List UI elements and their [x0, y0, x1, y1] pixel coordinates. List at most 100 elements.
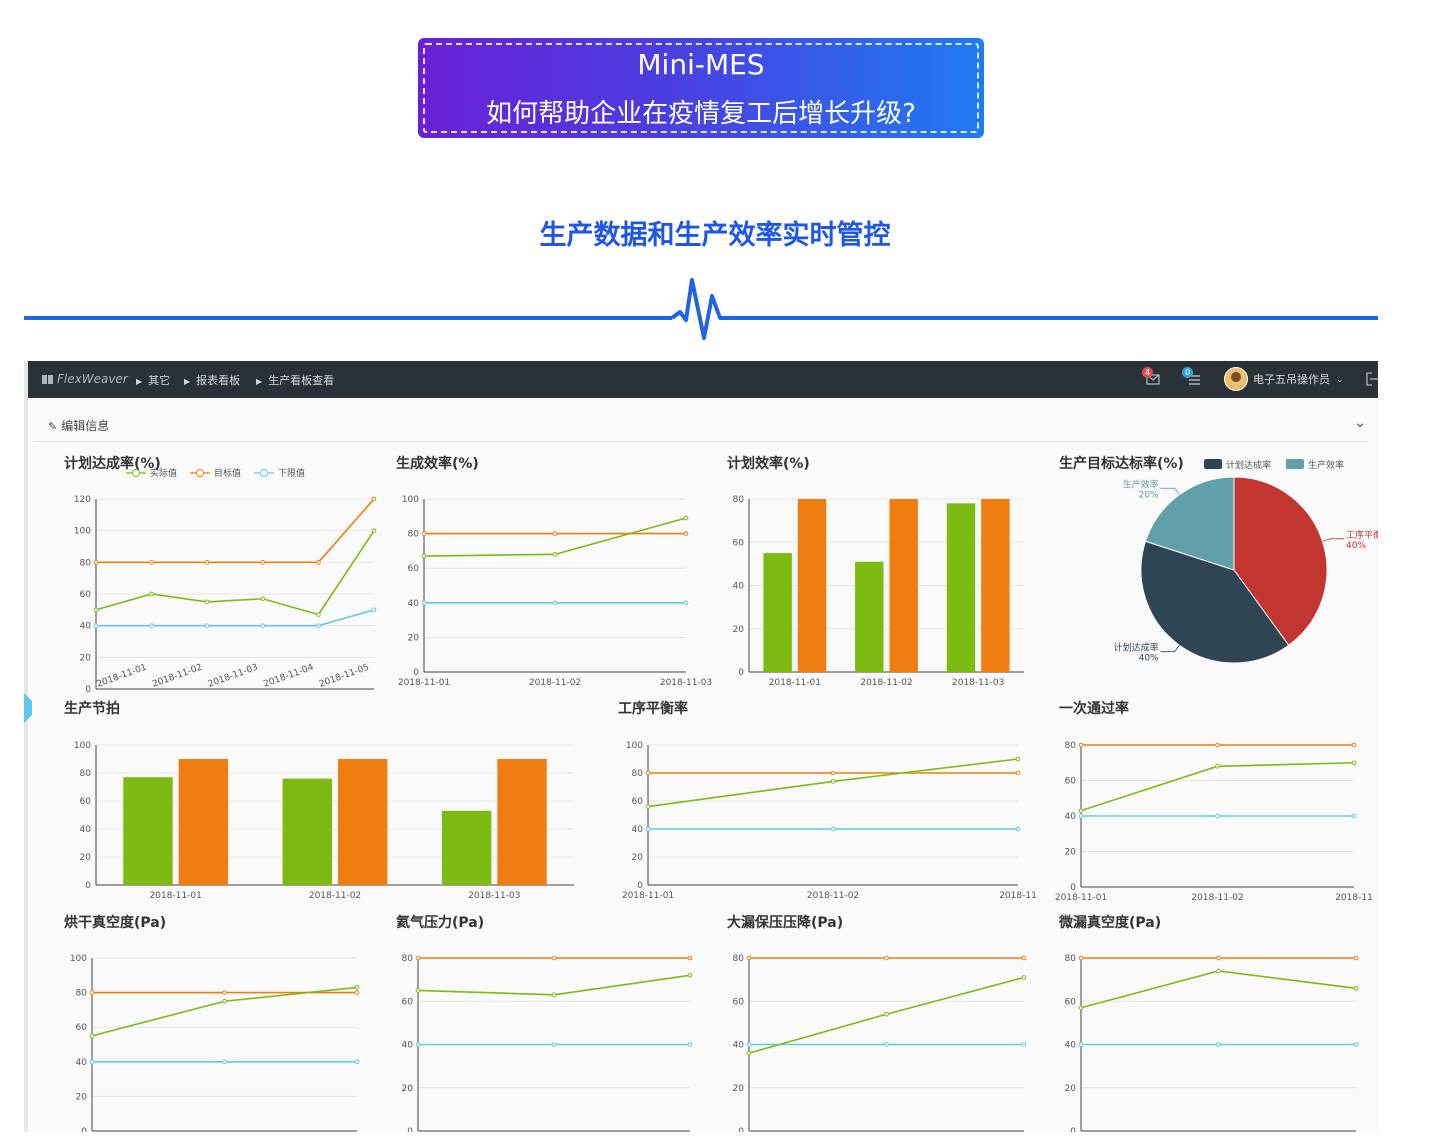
- breadcrumb-item-1[interactable]: ▶ 其它: [136, 372, 170, 388]
- sidebar-toggle-icon[interactable]: [24, 693, 34, 723]
- data-point: [746, 1050, 752, 1056]
- data-point: [354, 985, 360, 990]
- data-point: [1215, 764, 1220, 769]
- data-point: [1215, 742, 1220, 748]
- data-point: [316, 612, 321, 617]
- bar: [946, 503, 976, 672]
- bar: [282, 778, 332, 885]
- caret-right-icon: ▶: [184, 377, 191, 386]
- data-point: [1215, 813, 1220, 819]
- x-tick-label: 2018-11-02: [860, 678, 912, 688]
- panel-title: 编辑信息: [61, 419, 110, 433]
- y-tick-label: 120: [74, 495, 91, 505]
- data-point: [683, 515, 689, 521]
- y-tick-label: 100: [74, 527, 91, 537]
- caret-right-icon: ▶: [136, 377, 143, 386]
- series-line: [417, 974, 691, 996]
- y-tick-label: 60: [733, 538, 745, 548]
- y-tick-label: 60: [733, 997, 745, 1007]
- data-point: [1015, 826, 1021, 832]
- y-tick-label: 0: [407, 1127, 413, 1132]
- data-point: [1351, 760, 1357, 766]
- data-point: [222, 1059, 227, 1065]
- data-point: [830, 779, 836, 784]
- breadcrumb-item-2[interactable]: ▶ 报表看板: [184, 372, 240, 388]
- legend-label: 目标值: [214, 467, 241, 479]
- y-tick-label: 100: [74, 741, 91, 751]
- bar: [763, 553, 792, 672]
- x-tick-label: 2018-11-02: [309, 891, 361, 901]
- x-tick-label: 2018-11-01: [96, 663, 149, 690]
- x-tick-label: 2018-11-01: [398, 678, 450, 688]
- y-tick-label: 20: [1065, 848, 1077, 858]
- panel-header[interactable]: ✎ 编辑信息 ⌄: [34, 409, 1368, 442]
- x-tick-label: 2018-11-05: [318, 663, 371, 690]
- data-point: [645, 826, 651, 832]
- app-brand[interactable]: FlexWeaver: [42, 372, 128, 386]
- data-point: [260, 560, 266, 565]
- data-point: [316, 560, 321, 565]
- chart-c3: 0 20 40 60 80 2018-11-01 2018-11-02 2018-11-03: [733, 495, 1024, 688]
- legend-marker: [132, 469, 140, 477]
- bar: [981, 499, 1010, 672]
- data-point: [421, 553, 427, 559]
- mail-notification-button[interactable]: 4: [1142, 367, 1160, 386]
- chart-title: 大漏保压压降(Pa): [727, 915, 844, 931]
- data-point: [93, 623, 99, 628]
- data-point: [421, 600, 427, 606]
- task-notification-button[interactable]: 0: [1182, 367, 1200, 386]
- data-point: [1015, 770, 1021, 776]
- legend-label: 生产效率: [1308, 459, 1344, 471]
- bar: [497, 759, 547, 885]
- data-point: [371, 528, 377, 533]
- x-tick-label: 2018-11-01: [1055, 893, 1107, 903]
- y-tick-label: 60: [80, 797, 92, 807]
- x-tick-label: 2018-11-04: [262, 662, 315, 689]
- data-point: [1351, 813, 1357, 819]
- chevron-down-icon: ⌄: [1336, 375, 1344, 385]
- chart-c4: 计划达成率 生产效率工序平衡率40%计划达成率40%生产效率20%: [1114, 459, 1378, 664]
- data-point: [149, 591, 154, 597]
- data-point: [1021, 955, 1027, 961]
- bar: [855, 561, 884, 672]
- logout-icon[interactable]: [1364, 371, 1378, 387]
- data-point: [687, 1042, 693, 1047]
- data-point: [354, 990, 360, 995]
- y-tick-label: 20: [632, 853, 644, 863]
- data-point: [552, 552, 558, 557]
- y-tick-label: 60: [80, 590, 92, 600]
- y-tick-label: 40: [402, 1041, 414, 1051]
- chart-title: 生成效率(%): [396, 456, 479, 472]
- y-tick-label: 60: [632, 797, 644, 807]
- y-tick-label: 20: [733, 1084, 745, 1094]
- data-point: [204, 623, 210, 628]
- data-point: [884, 1042, 889, 1047]
- breadcrumb-item-3[interactable]: ▶ 生产看板查看: [256, 372, 334, 388]
- chart-title: 烘干真空度(Pa): [64, 915, 167, 931]
- chart-title: 工序平衡率: [618, 701, 688, 717]
- x-tick-label: 2018-11-02: [807, 891, 859, 901]
- bar: [123, 777, 173, 885]
- bar: [338, 759, 388, 885]
- user-menu[interactable]: 电子五吊操作员 ⌄: [1224, 367, 1344, 391]
- x-tick-label: 2018-11-01: [622, 891, 674, 901]
- collapse-chevron-icon[interactable]: ⌄: [1354, 415, 1366, 431]
- pie-pct-label: 40%: [1139, 654, 1159, 664]
- y-tick-label: 0: [413, 668, 419, 678]
- data-point: [260, 623, 266, 628]
- pie-label: 计划达成率: [1114, 642, 1159, 654]
- data-point: [1078, 1042, 1084, 1047]
- chart-title: 微漏真空度(Pa): [1059, 915, 1162, 931]
- data-point: [1078, 1005, 1084, 1011]
- brand-label: FlexWeaver: [57, 372, 128, 386]
- pie-pct-label: 20%: [1139, 490, 1159, 500]
- chart-c7: 0 20 40 60 80 2018-11-01 2018-11-02 2018-11: [1055, 741, 1373, 903]
- y-tick-label: 80: [632, 769, 644, 779]
- pie-label-line: [1160, 487, 1180, 495]
- data-point: [1353, 985, 1359, 991]
- series-line: [95, 530, 375, 616]
- data-point: [222, 990, 227, 995]
- pie-label: 工序平衡率: [1346, 529, 1378, 541]
- chart-title: 氦气压力(Pa): [396, 915, 485, 931]
- x-tick-label: 2018-11-02: [529, 678, 581, 688]
